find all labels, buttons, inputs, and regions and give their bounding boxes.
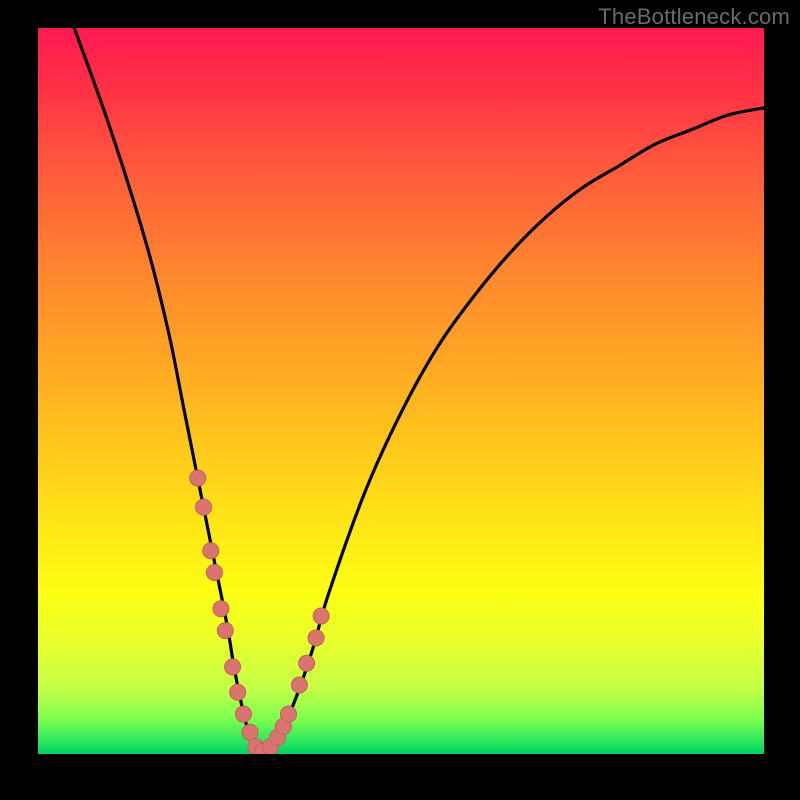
emphasis-marker	[225, 659, 241, 675]
emphasis-marker	[217, 623, 233, 639]
emphasis-marker	[196, 499, 212, 515]
emphasis-marker	[206, 565, 222, 581]
emphasis-marker	[230, 684, 246, 700]
emphasis-marker	[299, 655, 315, 671]
bottleneck-curve	[74, 28, 764, 754]
emphasis-marker	[203, 543, 219, 559]
chart-frame: TheBottleneck.com	[0, 0, 800, 800]
curve-svg	[38, 28, 764, 754]
emphasis-marker	[291, 677, 307, 693]
plot-area	[38, 28, 764, 754]
emphasis-marker	[190, 470, 206, 486]
emphasis-marker	[313, 608, 329, 624]
emphasis-markers	[190, 470, 329, 754]
emphasis-marker	[235, 706, 251, 722]
watermark-text: TheBottleneck.com	[598, 4, 790, 30]
emphasis-marker	[280, 706, 296, 722]
emphasis-marker	[242, 724, 258, 740]
emphasis-marker	[213, 601, 229, 617]
emphasis-marker	[308, 630, 324, 646]
